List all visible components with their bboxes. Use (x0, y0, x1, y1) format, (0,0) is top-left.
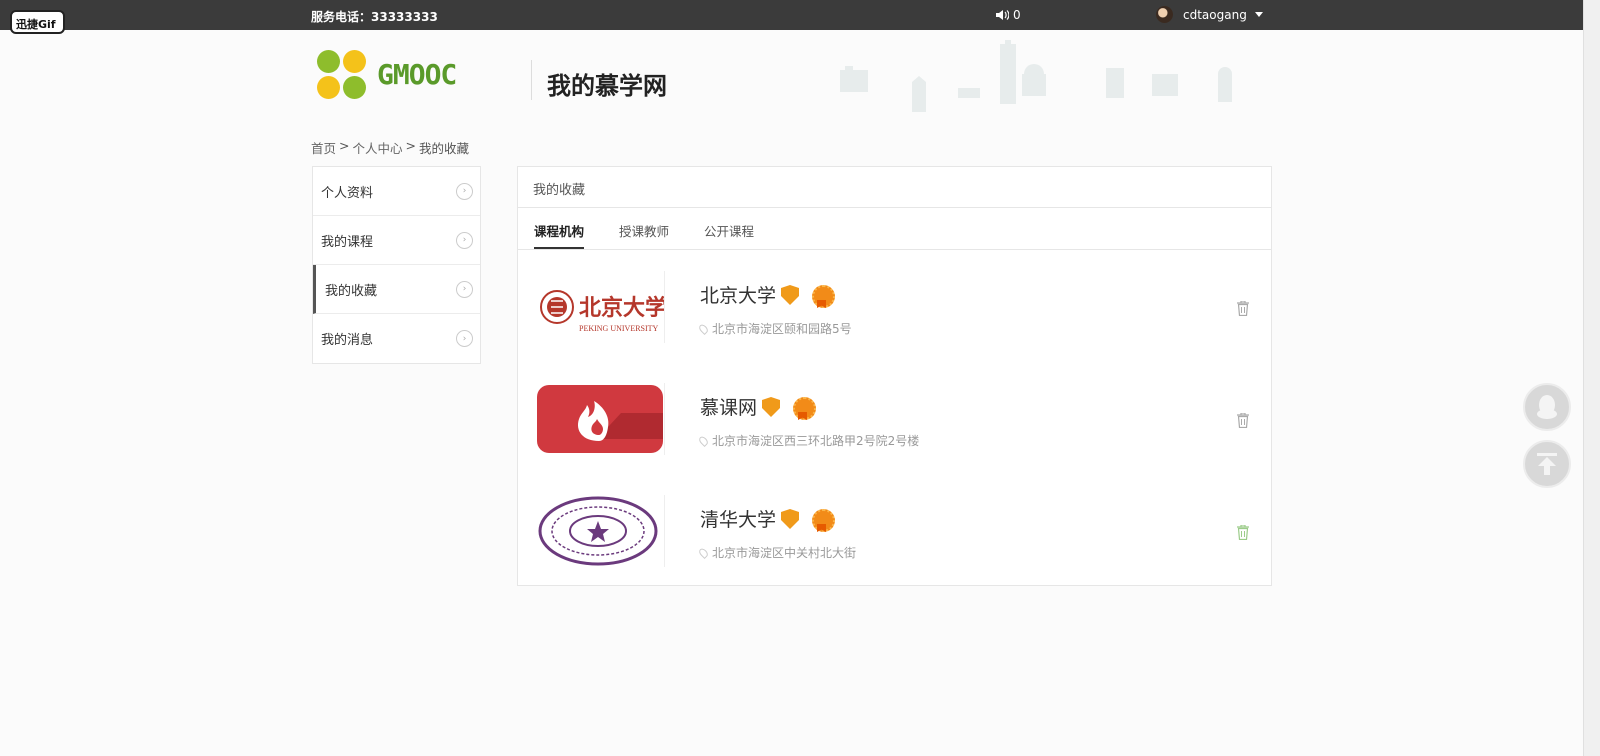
location-pin-icon (697, 322, 710, 335)
breadcrumb-separator: > (405, 138, 416, 153)
org-logo-imooc[interactable] (535, 383, 665, 455)
qq-contact-button[interactable] (1523, 383, 1571, 431)
avatar[interactable] (1156, 6, 1173, 23)
breadcrumb-user-center[interactable]: 个人中心 (353, 138, 403, 157)
gif-recorder-badge: 迅捷Gif (10, 10, 65, 34)
sound-count: 0 (1013, 8, 1021, 22)
sidebar-item-label: 我的消息 (321, 333, 374, 348)
chevron-right-icon: › (456, 330, 473, 347)
trash-icon[interactable] (1237, 413, 1249, 428)
tsinghua-seal-icon (535, 495, 664, 567)
certified-badge-icon (781, 509, 799, 529)
org-name[interactable]: 北京大学 (700, 281, 776, 308)
sidebar-item-courses[interactable]: 我的课程 › (313, 216, 480, 265)
list-item[interactable]: 北京大学 PEKING UNIVERSITY 北京大学 北京市海淀区颐和园路5号 (535, 271, 1255, 343)
org-address: 北京市海淀区中关村北大街 (697, 544, 857, 561)
org-logo-pku[interactable]: 北京大学 PEKING UNIVERSITY (535, 271, 665, 343)
breadcrumb: 首页 > 个人中心 > 我的收藏 (311, 138, 469, 157)
tab-organizations[interactable]: 课程机构 (534, 208, 585, 249)
pku-logo-subtext: PEKING UNIVERSITY (579, 324, 659, 333)
back-to-top-button[interactable] (1523, 440, 1571, 488)
imooc-flame-icon (535, 383, 664, 455)
breadcrumb-home[interactable]: 首页 (311, 138, 336, 157)
sound-indicator[interactable]: 0 (996, 8, 1021, 22)
brand-wordmark[interactable]: GMOOC (377, 58, 457, 91)
logo-icon[interactable] (317, 50, 367, 100)
location-pin-icon (697, 434, 710, 447)
page-title: 我的慕学网 (547, 72, 667, 100)
sidebar-item-label: 我的课程 (321, 234, 374, 250)
sidebar-item-favorites[interactable]: 我的收藏 › (313, 265, 480, 314)
org-name[interactable]: 清华大学 (700, 505, 776, 532)
certified-badge-icon (781, 285, 799, 305)
breadcrumb-separator: > (339, 138, 350, 153)
sidebar-item-label: 个人资料 (321, 185, 374, 201)
top-bar: 服务电话：33333333 0 cdtaogang (0, 0, 1583, 30)
certified-badge-icon (762, 397, 780, 417)
speaker-icon (996, 10, 1009, 20)
sidebar: 个人资料 › 我的课程 › 我的收藏 › 我的消息 › (312, 166, 481, 364)
caret-down-icon[interactable] (1254, 12, 1263, 17)
sidebar-item-label: 我的收藏 (325, 283, 378, 299)
address-text: 北京市海淀区中关村北大街 (712, 546, 857, 560)
chevron-right-icon: › (456, 231, 473, 249)
gold-medal-icon (811, 285, 835, 308)
org-logo-tsinghua[interactable] (535, 495, 665, 567)
service-phone: 服务电话：33333333 (311, 10, 438, 24)
tab-teachers[interactable]: 授课教师 (619, 208, 669, 250)
qq-penguin-icon (1537, 395, 1557, 419)
gold-medal-icon (811, 509, 835, 532)
user-menu[interactable]: cdtaogang (1156, 6, 1263, 23)
list-item[interactable]: 慕课网 北京市海淀区西三环北路甲2号院2号楼 (535, 383, 1255, 455)
location-pin-icon (697, 546, 710, 559)
pku-logo-text: 北京大学 (579, 295, 665, 321)
chevron-right-icon: › (456, 280, 473, 298)
org-address: 北京市海淀区西三环北路甲2号院2号楼 (697, 432, 920, 449)
header-divider (531, 60, 532, 100)
favorites-panel: 我的收藏 课程机构 授课教师 公开课程 北京大学 PEKING UNIVERSI… (517, 166, 1272, 586)
org-address: 北京市海淀区颐和园路5号 (697, 320, 852, 337)
org-badges (762, 397, 816, 420)
tab-open-courses[interactable]: 公开课程 (704, 208, 754, 250)
org-badges (781, 285, 835, 308)
tab-bar: 课程机构 授课教师 公开课程 (518, 208, 1271, 250)
pku-seal-icon: 北京大学 PEKING UNIVERSITY (535, 271, 665, 343)
org-badges (781, 509, 835, 532)
list-item[interactable]: 清华大学 北京市海淀区中关村北大街 (535, 495, 1255, 567)
skyline-decoration (840, 40, 1232, 112)
trash-icon[interactable] (1237, 301, 1249, 316)
breadcrumb-current: 我的收藏 (419, 141, 470, 156)
sidebar-item-messages[interactable]: 我的消息 › (313, 314, 480, 363)
username[interactable]: cdtaogang (1183, 8, 1247, 22)
panel-title: 我的收藏 (518, 167, 1271, 208)
gold-medal-icon (792, 397, 816, 420)
address-text: 北京市海淀区西三环北路甲2号院2号楼 (712, 434, 920, 448)
page-scrollbar[interactable] (1583, 0, 1600, 756)
trash-icon[interactable] (1237, 525, 1249, 540)
address-text: 北京市海淀区颐和园路5号 (712, 322, 852, 336)
sidebar-item-profile[interactable]: 个人资料 › (313, 167, 480, 216)
arrow-up-icon (1537, 453, 1557, 475)
org-name[interactable]: 慕课网 (700, 393, 757, 420)
chevron-right-icon: › (456, 182, 473, 200)
